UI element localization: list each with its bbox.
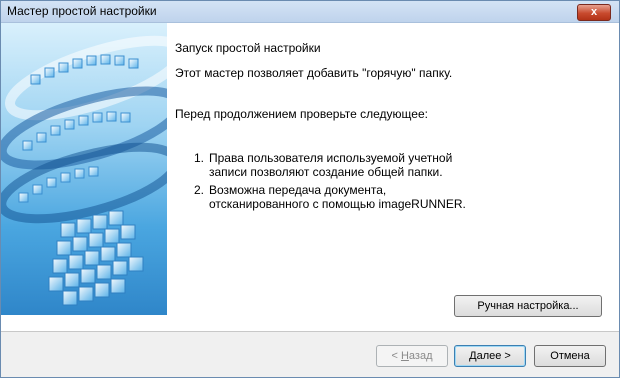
title-bar[interactable]: Мастер простой настройки x xyxy=(1,1,619,23)
close-button[interactable]: x xyxy=(577,4,611,21)
manual-setup-button[interactable]: Ручная настройка... xyxy=(454,295,602,317)
wizard-window: Мастер простой настройки x Запуск просто… xyxy=(0,0,620,378)
check-prompt: Перед продолжением проверьте следующее: xyxy=(175,107,428,121)
wizard-footer: < Назад Далее > Отмена xyxy=(1,332,619,377)
next-button[interactable]: Далее > xyxy=(454,345,526,367)
back-button[interactable]: < Назад xyxy=(376,345,448,367)
cancel-button[interactable]: Отмена xyxy=(534,345,606,367)
window-title: Мастер простой настройки xyxy=(7,4,157,18)
list-item-line: Права пользователя используемой учетной xyxy=(209,151,453,165)
page-heading: Запуск простой настройки xyxy=(175,41,321,55)
spiral-cubes-illustration xyxy=(1,35,167,306)
back-prefix: < xyxy=(391,350,401,362)
next-mnemonic: Д xyxy=(469,350,477,362)
wizard-banner-image xyxy=(1,23,167,315)
back-mnemonic: Н xyxy=(400,350,409,362)
list-item-number: 2. xyxy=(194,183,205,197)
close-icon: x xyxy=(590,6,598,18)
next-label-rest: алее > xyxy=(476,350,511,362)
list-item-line: отсканированного с помощью imageRUNNER. xyxy=(209,197,466,211)
intro-text: Этот мастер позволяет добавить "горячую"… xyxy=(175,66,453,80)
back-label-rest: азад xyxy=(408,350,433,362)
list-item-number: 1. xyxy=(194,151,205,165)
list-item-line: Возможна передача документа, xyxy=(209,183,387,197)
list-item-line: записи позволяют создание общей папки. xyxy=(209,165,443,179)
